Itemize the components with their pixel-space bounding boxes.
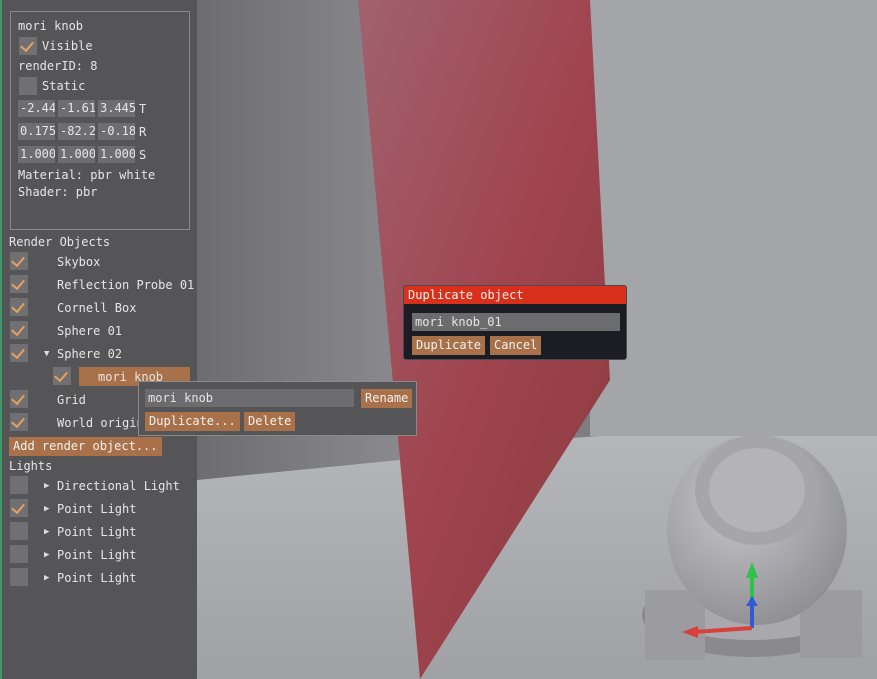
translate-x-field[interactable]: -2.44	[18, 100, 55, 117]
light-point-4[interactable]: Point Light	[57, 571, 136, 585]
dialog-title[interactable]: Duplicate object	[404, 286, 626, 304]
render-object-grid[interactable]: Grid	[57, 393, 86, 407]
mori-knob-checkbox[interactable]	[53, 367, 71, 385]
translate-y-field[interactable]: -1.61	[58, 100, 95, 117]
rotate-x-field[interactable]: 0.175	[18, 123, 55, 140]
static-checkbox[interactable]	[19, 77, 37, 95]
delete-button[interactable]: Delete	[244, 412, 296, 431]
point-light-3-checkbox[interactable]	[10, 545, 28, 563]
grid-checkbox[interactable]	[10, 390, 28, 408]
object-context-menu: mori knob Rename Duplicate... Delete	[138, 381, 417, 436]
static-label: Static	[42, 79, 86, 93]
reflection-probe-checkbox[interactable]	[10, 275, 28, 293]
translate-label: T	[139, 102, 147, 116]
rename-button[interactable]: Rename	[361, 389, 413, 408]
cornell-box-checkbox[interactable]	[10, 298, 28, 316]
light-directional[interactable]: Directional Light	[57, 479, 180, 493]
shader-text: Shader: pbr	[18, 185, 98, 199]
render-object-cornell-box[interactable]: Cornell Box	[57, 301, 136, 315]
rotate-label: R	[139, 125, 147, 139]
directional-light-checkbox[interactable]	[10, 476, 28, 494]
add-render-object-button[interactable]: Add render object...	[9, 437, 162, 456]
duplicate-dialog: Duplicate object mori knob_01 Duplicate …	[403, 285, 627, 360]
translate-z-field[interactable]: 3.445	[98, 100, 135, 117]
scale-z-field[interactable]: 1.000	[98, 146, 135, 163]
collapsed-arrow-icon[interactable]: ▶	[44, 479, 49, 493]
lights-header: Lights	[9, 459, 53, 473]
confirm-duplicate-button[interactable]: Duplicate	[412, 336, 486, 355]
collapsed-arrow-icon[interactable]: ▶	[44, 548, 49, 562]
point-light-1-checkbox[interactable]	[10, 499, 28, 517]
object-name: mori knob	[18, 19, 84, 33]
render-object-reflection-probe[interactable]: Reflection Probe 01	[57, 278, 194, 292]
light-point-2[interactable]: Point Light	[57, 525, 136, 539]
collapsed-arrow-icon[interactable]: ▶	[44, 571, 49, 585]
material-text: Material: pbr white	[18, 168, 156, 182]
collapsed-arrow-icon[interactable]: ▶	[44, 525, 49, 539]
render-objects-header: Render Objects	[9, 235, 111, 249]
render-object-world-origin[interactable]: World origin	[57, 416, 144, 430]
sphere-02-checkbox[interactable]	[10, 344, 28, 362]
scene-panel: mori knob Visible renderID: 8 Static -2.…	[0, 0, 197, 679]
render-object-sphere-01[interactable]: Sphere 01	[57, 324, 122, 338]
render-object-sphere-02[interactable]: Sphere 02	[57, 347, 122, 361]
render-id: renderID: 8	[18, 59, 98, 73]
light-point-1[interactable]: Point Light	[57, 502, 136, 516]
scale-label: S	[139, 148, 147, 162]
skybox-checkbox[interactable]	[10, 252, 28, 270]
rename-input[interactable]: mori knob	[145, 389, 354, 407]
collapsed-arrow-icon[interactable]: ▶	[44, 502, 49, 516]
rotate-y-field[interactable]: -82.2	[58, 123, 95, 140]
visible-checkbox[interactable]	[19, 37, 37, 55]
light-point-3[interactable]: Point Light	[57, 548, 136, 562]
sphere-01-checkbox[interactable]	[10, 321, 28, 339]
rotate-z-field[interactable]: -0.18	[98, 123, 135, 140]
duplicate-name-input[interactable]: mori knob_01	[412, 313, 620, 331]
duplicate-button[interactable]: Duplicate...	[145, 412, 240, 431]
visible-label: Visible	[42, 39, 93, 53]
cancel-button[interactable]: Cancel	[490, 336, 542, 355]
scale-y-field[interactable]: 1.000	[58, 146, 95, 163]
scale-x-field[interactable]: 1.000	[18, 146, 55, 163]
object-properties: mori knob Visible renderID: 8 Static -2.…	[10, 11, 190, 230]
point-light-2-checkbox[interactable]	[10, 522, 28, 540]
point-light-4-checkbox[interactable]	[10, 568, 28, 586]
render-object-skybox[interactable]: Skybox	[57, 255, 100, 269]
expanded-arrow-icon[interactable]: ▼	[44, 347, 49, 361]
world-origin-checkbox[interactable]	[10, 413, 28, 431]
